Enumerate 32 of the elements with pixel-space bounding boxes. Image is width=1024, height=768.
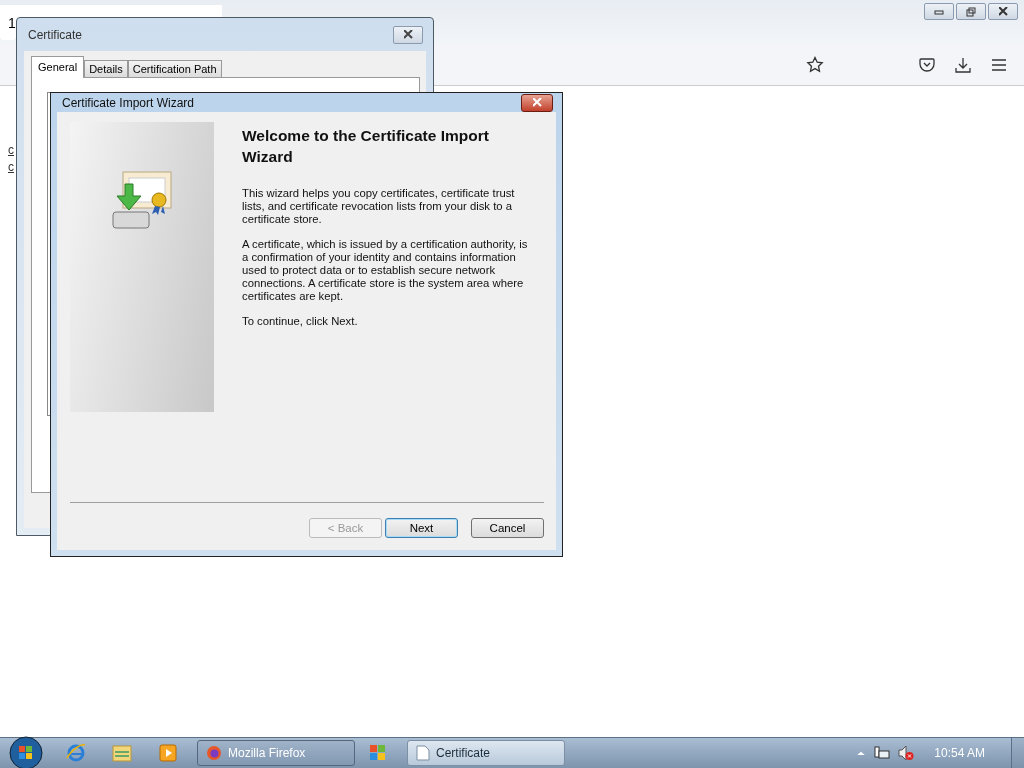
tab[interactable]: General	[31, 56, 85, 78]
wizard-paragraph: To continue, click Next.	[242, 315, 359, 328]
taskbar-button[interactable]: Certificate	[407, 740, 565, 766]
close-button[interactable]	[393, 25, 423, 44]
wizard-paragraph: A certificate, which is issued by a certification authority, is a confirmation of your identity and contains information used to protect data or to establish secure network connections. A certificate store is the system area where certificates are kept.	[242, 238, 529, 303]
restore-icon	[966, 6, 976, 17]
close-button[interactable]	[521, 93, 553, 112]
pocket-icon[interactable]	[918, 55, 936, 74]
wizard-button[interactable]: Next	[385, 518, 458, 538]
wizard-heading: Welcome to the Certificate Import Wizard	[242, 126, 490, 167]
window-title: Certificate Import Wizard	[62, 95, 195, 110]
tab[interactable]: Details	[84, 60, 128, 77]
download-icon[interactable]	[954, 55, 972, 74]
star-icon[interactable]	[806, 55, 824, 74]
minimize-icon	[934, 7, 944, 16]
close-icon	[998, 7, 1008, 16]
tab[interactable]: Certification Path	[127, 60, 222, 77]
media-player-icon[interactable]	[157, 742, 179, 764]
close-icon	[532, 98, 542, 107]
start-button[interactable]	[9, 736, 43, 768]
close-button[interactable]	[988, 3, 1018, 20]
wizard-paragraph: This wizard helps you copy certificates, certificate trust lists, and certificate revocation lists from your disk to a certificate store.	[242, 187, 516, 226]
volume-muted-icon[interactable]	[898, 745, 915, 761]
minimize-button[interactable]	[924, 3, 954, 20]
close-icon	[403, 30, 413, 39]
document-icon	[416, 745, 430, 761]
browser-tab[interactable]: 1	[0, 5, 16, 40]
restore-button[interactable]	[956, 3, 986, 20]
firefox-icon	[206, 745, 222, 761]
wizard-button[interactable]: Cancel	[471, 518, 544, 538]
network-icon[interactable]	[874, 745, 891, 761]
window-title: Certificate	[28, 27, 83, 42]
